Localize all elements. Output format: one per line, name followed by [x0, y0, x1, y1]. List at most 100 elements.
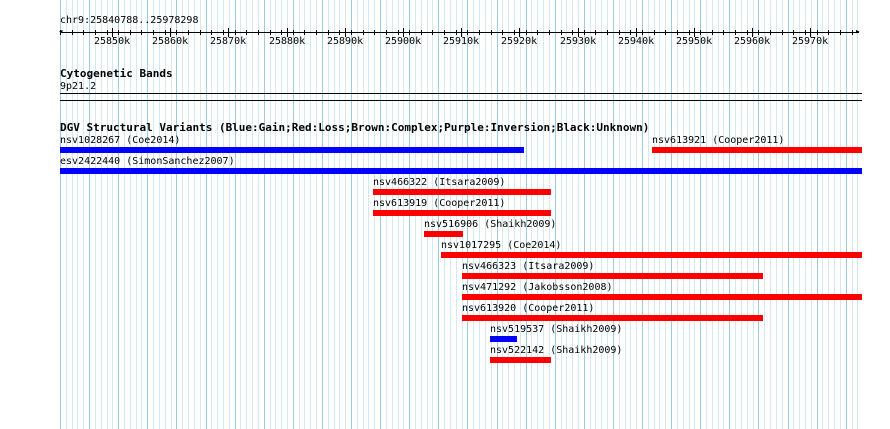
grid-line	[258, 0, 259, 429]
grid-line	[561, 0, 562, 429]
grid-line	[339, 0, 340, 429]
grid-line	[252, 0, 253, 429]
ruler-minor-tick	[328, 30, 329, 35]
grid-line	[72, 0, 73, 429]
ruler-minor-tick	[386, 30, 387, 35]
grid-line	[776, 0, 777, 429]
sv-loss-bar[interactable]	[462, 315, 763, 321]
ruler-minor-tick	[479, 30, 480, 35]
ruler-tick-label: 25970k	[792, 36, 829, 47]
grid-line	[304, 0, 305, 429]
sv-loss-bar[interactable]	[652, 147, 862, 153]
grid-line	[147, 0, 148, 429]
ruler-minor-tick	[72, 30, 73, 35]
grid-line	[130, 0, 131, 429]
ruler-minor-tick	[805, 30, 806, 35]
ruler-minor-tick	[793, 30, 794, 35]
grid-line	[211, 0, 212, 429]
grid-line	[805, 0, 806, 429]
ruler-minor-tick	[176, 30, 177, 35]
sv-feature-label: nsv516906 (Shaikh2009)	[424, 219, 557, 230]
cytoband-line-top	[60, 93, 862, 94]
ruler-minor-tick	[374, 30, 375, 35]
ruler-minor-tick	[456, 30, 457, 35]
sv-feature-label: nsv522142 (Shaikh2009)	[490, 345, 623, 356]
grid-line	[799, 0, 800, 429]
grid-line	[694, 0, 695, 429]
grid-line	[555, 0, 556, 429]
sv-loss-bar[interactable]	[373, 189, 551, 195]
grid-line	[636, 0, 637, 429]
sv-feature-label: nsv466322 (Itsara2009)	[373, 177, 506, 188]
ruler-minor-tick	[572, 30, 573, 35]
grid-line	[572, 0, 573, 429]
ruler-tick-label: 25910k	[443, 36, 480, 47]
ruler-minor-tick	[235, 30, 236, 35]
ruler-minor-tick	[130, 30, 131, 35]
dgv-track-title: DGV Structural Variants (Blue:Gain;Red:L…	[60, 121, 650, 134]
ruler-tick-label: 25900k	[385, 36, 422, 47]
genome-browser-panel: chr9:25840788..25978298 ◂ ▸ 25850k25860k…	[0, 0, 890, 429]
ruler-minor-tick	[537, 30, 538, 35]
sv-gain-bar[interactable]	[60, 147, 524, 153]
sv-loss-bar[interactable]	[462, 273, 763, 279]
ruler-tick-label: 25940k	[618, 36, 655, 47]
ruler-minor-tick	[852, 30, 853, 35]
ruler-minor-tick	[107, 30, 108, 35]
ruler-minor-tick	[642, 30, 643, 35]
grid-line	[834, 0, 835, 429]
grid-line	[607, 0, 608, 429]
ruler-minor-tick	[444, 30, 445, 35]
grid-line	[275, 0, 276, 429]
ruler-minor-tick	[491, 30, 492, 35]
grid-line	[176, 0, 177, 429]
ruler-tick-label: 25950k	[676, 36, 713, 47]
ruler-minor-tick	[188, 30, 189, 35]
ruler-minor-tick	[619, 30, 620, 35]
grid-line	[153, 0, 154, 429]
ruler-tick-label: 25850k	[94, 36, 131, 47]
ruler-minor-tick	[700, 30, 701, 35]
ruler-minor-tick	[712, 30, 713, 35]
grid-line	[764, 0, 765, 429]
grid-line	[595, 0, 596, 429]
grid-line	[101, 0, 102, 429]
sv-loss-bar[interactable]	[490, 357, 551, 363]
grid-line	[706, 0, 707, 429]
grid-line	[601, 0, 602, 429]
sv-feature-label: esv2422440 (SimonSanchez2007)	[60, 156, 235, 167]
sv-loss-bar[interactable]	[424, 231, 463, 237]
grid-line	[584, 0, 585, 429]
grid-line	[229, 0, 230, 429]
sv-feature-label: nsv1017295 (Coe2014)	[441, 240, 562, 251]
sv-gain-bar[interactable]	[60, 168, 862, 174]
sv-feature-label: nsv613920 (Cooper2011)	[462, 303, 595, 314]
grid-line	[83, 0, 84, 429]
ruler-minor-tick	[83, 30, 84, 35]
grid-line	[328, 0, 329, 429]
grid-line	[270, 0, 271, 429]
ruler-position-label: chr9:25840788..25978298	[60, 15, 199, 26]
sv-loss-bar[interactable]	[462, 294, 862, 300]
sv-loss-bar[interactable]	[441, 252, 862, 258]
ruler-minor-tick	[467, 30, 468, 35]
grid-line	[630, 0, 631, 429]
grid-line	[817, 0, 818, 429]
sv-gain-bar[interactable]	[490, 336, 517, 342]
grid-line	[171, 0, 172, 429]
ruler-minor-tick	[689, 30, 690, 35]
ruler-minor-tick	[549, 30, 550, 35]
grid-line	[194, 0, 195, 429]
grid-line	[118, 0, 119, 429]
cytoband-track-title: Cytogenetic Bands	[60, 67, 173, 80]
grid-line	[357, 0, 358, 429]
grid-line	[613, 0, 614, 429]
grid-line	[828, 0, 829, 429]
grid-line	[235, 0, 236, 429]
grid-line	[677, 0, 678, 429]
ruler-minor-tick	[211, 30, 212, 35]
grid-line	[659, 0, 660, 429]
sv-loss-bar[interactable]	[373, 210, 551, 216]
ruler-minor-tick	[584, 30, 585, 35]
grid-line	[642, 0, 643, 429]
